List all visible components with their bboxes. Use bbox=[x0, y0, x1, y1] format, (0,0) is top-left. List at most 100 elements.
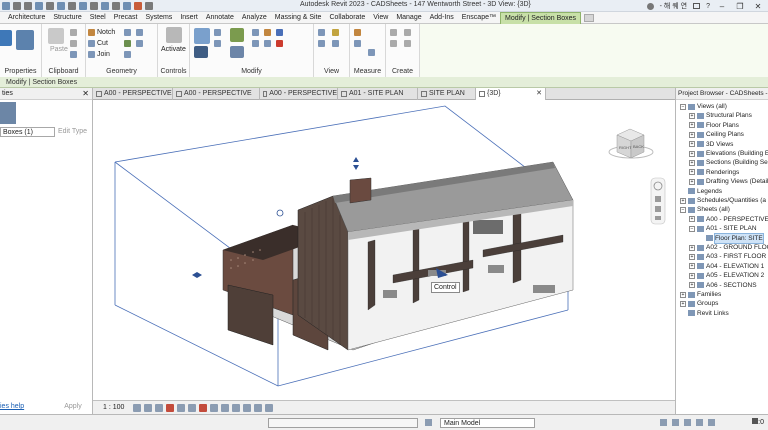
viewcube[interactable]: RIGHT BACK bbox=[608, 128, 654, 159]
select-links-icon[interactable] bbox=[660, 419, 667, 426]
tab-architecture[interactable]: Architecture bbox=[4, 12, 49, 24]
tab-view[interactable]: View bbox=[369, 12, 392, 24]
tree-item[interactable]: + A05 - ELEVATION 2 bbox=[689, 271, 764, 280]
text-icon[interactable] bbox=[79, 1, 87, 10]
view-tab-active[interactable]: {3D} ✕ bbox=[476, 88, 546, 100]
type-selector-icon[interactable] bbox=[0, 102, 16, 124]
cut-geometry-icon[interactable] bbox=[88, 40, 95, 47]
switch-windows-icon[interactable] bbox=[134, 1, 142, 10]
cart-icon[interactable] bbox=[693, 3, 701, 9]
close-icon[interactable]: ✕ bbox=[82, 89, 89, 98]
expand-icon[interactable]: + bbox=[680, 291, 686, 298]
align-icon[interactable] bbox=[194, 28, 210, 44]
cope-icon[interactable] bbox=[88, 29, 95, 36]
copy-element-icon[interactable] bbox=[214, 40, 221, 47]
selection-filter[interactable]: :0 bbox=[752, 418, 764, 426]
tree-item[interactable]: − Sheets (all) bbox=[680, 205, 730, 214]
select-underlay-icon[interactable] bbox=[672, 419, 679, 426]
tab-manage[interactable]: Manage bbox=[392, 12, 425, 24]
tab-insert[interactable]: Insert bbox=[176, 12, 202, 24]
editable-only-icon[interactable] bbox=[425, 419, 432, 426]
offset-icon[interactable] bbox=[214, 29, 221, 36]
activate-icon[interactable] bbox=[166, 27, 182, 43]
tab-precast[interactable]: Precast bbox=[110, 12, 142, 24]
tree-item[interactable]: + Renderings bbox=[689, 168, 739, 177]
user-name[interactable]: - 해 퀘 연 bbox=[660, 1, 688, 11]
crop-view-icon[interactable] bbox=[188, 403, 197, 412]
customize-qat-icon[interactable] bbox=[145, 1, 153, 10]
close-icon[interactable]: ✕ bbox=[752, 2, 764, 11]
view-tab[interactable]: A00 - PERSPECTIVE bbox=[260, 88, 338, 100]
create-assembly-icon[interactable] bbox=[390, 29, 397, 36]
join-label[interactable]: Join bbox=[97, 51, 110, 58]
collapse-icon[interactable]: − bbox=[689, 225, 695, 232]
analytical-model-icon[interactable] bbox=[254, 403, 263, 412]
measure-distance-icon[interactable] bbox=[354, 29, 361, 36]
paint-icon[interactable] bbox=[124, 40, 131, 47]
tab-add-ins[interactable]: Add-Ins bbox=[426, 12, 458, 24]
match-properties-icon[interactable] bbox=[70, 51, 77, 58]
tree-item[interactable]: +3D Views bbox=[689, 140, 733, 149]
tree-item[interactable]: Floor Plan: SITE bbox=[698, 232, 764, 244]
design-option-select[interactable]: Main Model bbox=[440, 418, 535, 428]
measure-dropdown-icon[interactable] bbox=[368, 49, 375, 56]
split-face-icon[interactable] bbox=[136, 29, 143, 36]
sun-path-icon[interactable] bbox=[155, 403, 164, 412]
tab-annotate[interactable]: Annotate bbox=[202, 12, 238, 24]
ribbon-minimize-icon[interactable] bbox=[584, 13, 595, 22]
close-tab-icon[interactable]: ✕ bbox=[536, 88, 542, 100]
3d-model-canvas[interactable]: RIGHT BACK bbox=[93, 100, 675, 400]
tree-item[interactable]: + A06 - SECTIONS bbox=[689, 281, 757, 290]
drawing-viewport[interactable]: RIGHT BACK Control bbox=[93, 100, 675, 400]
reveal-hidden-icon[interactable] bbox=[232, 403, 241, 412]
viewcube-back-face[interactable]: BACK bbox=[633, 144, 644, 149]
select-by-face-icon[interactable] bbox=[696, 419, 703, 426]
mirror-icon[interactable] bbox=[230, 28, 244, 42]
lock-view-icon[interactable] bbox=[210, 403, 219, 412]
rotate-icon[interactable] bbox=[230, 46, 244, 58]
section-box-midpoint[interactable] bbox=[276, 209, 284, 217]
instance-filter-select[interactable]: Boxes (1) bbox=[0, 127, 55, 137]
redo-icon[interactable] bbox=[24, 1, 32, 10]
pan-icon[interactable] bbox=[655, 196, 661, 202]
tab-collaborate[interactable]: Collaborate bbox=[325, 12, 369, 24]
properties-icon[interactable] bbox=[16, 30, 34, 50]
section-icon[interactable] bbox=[101, 1, 109, 10]
select-pinned-icon[interactable] bbox=[684, 419, 691, 426]
tree-item[interactable]: + Sections (Building Sec bbox=[689, 158, 768, 167]
aligned-dimension-icon[interactable] bbox=[354, 40, 361, 47]
expand-icon[interactable]: + bbox=[689, 263, 695, 270]
tree-item[interactable]: − Views (all) bbox=[680, 102, 727, 111]
tree-item[interactable]: − A01 - SITE PLAN bbox=[689, 224, 757, 233]
pin-icon[interactable] bbox=[276, 29, 283, 36]
chimney[interactable] bbox=[349, 177, 372, 204]
3d-view-icon[interactable] bbox=[90, 1, 98, 10]
tab-massing-site[interactable]: Massing & Site bbox=[271, 12, 326, 24]
render-icon[interactable] bbox=[177, 403, 186, 412]
wall-joins-icon[interactable] bbox=[124, 29, 131, 36]
temp-hide-icon[interactable] bbox=[221, 403, 230, 412]
garage-door[interactable] bbox=[227, 284, 274, 346]
expand-icon[interactable]: + bbox=[689, 272, 695, 279]
select-icon[interactable] bbox=[0, 30, 12, 46]
shadows-icon[interactable] bbox=[166, 403, 175, 412]
worksharing-display-icon[interactable] bbox=[243, 403, 252, 412]
linework-icon[interactable] bbox=[332, 40, 339, 47]
expand-icon[interactable]: + bbox=[680, 197, 686, 204]
properties-help-link[interactable]: ies help bbox=[0, 403, 24, 410]
tree-item[interactable]: + Schedules/Quantities (a bbox=[680, 196, 766, 205]
expand-icon[interactable]: + bbox=[689, 282, 695, 289]
notch-label[interactable]: Notch bbox=[97, 29, 115, 36]
tab-systems[interactable]: Systems bbox=[141, 12, 176, 24]
expand-icon[interactable]: + bbox=[689, 159, 695, 166]
tab-analyze[interactable]: Analyze bbox=[238, 12, 271, 24]
undo-icon[interactable] bbox=[13, 1, 21, 10]
tab-modify-section-boxes[interactable]: Modify | Section Boxes bbox=[499, 11, 582, 24]
thin-lines-icon[interactable] bbox=[112, 1, 120, 10]
workset-select[interactable] bbox=[268, 418, 418, 428]
array-icon[interactable] bbox=[264, 29, 271, 36]
tab-structure[interactable]: Structure bbox=[49, 12, 85, 24]
trim-icon[interactable] bbox=[252, 29, 259, 36]
tree-item[interactable]: + Drafting Views (Detail) bbox=[689, 177, 768, 186]
tree-item[interactable]: Legends bbox=[680, 187, 722, 196]
